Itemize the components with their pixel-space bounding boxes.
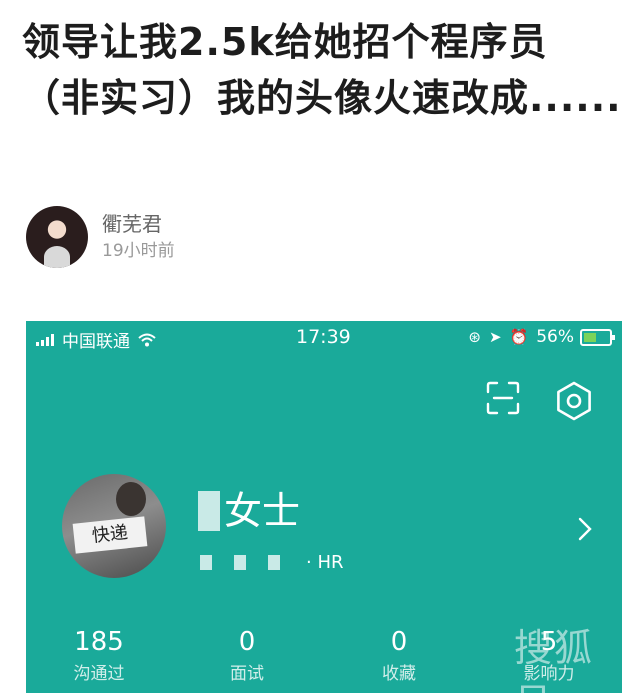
redacted-company — [234, 555, 246, 570]
stat-value: 0 — [238, 627, 256, 657]
battery-percent: 56% — [536, 327, 574, 347]
post-title: 领导让我2.5k给她招个程序员（非实习）我的头像火速改成...... — [22, 20, 622, 120]
carrier-name: 中国联通 — [62, 332, 130, 352]
stat-label: 收藏 — [382, 664, 416, 684]
status-bar-right: ⊛ ➤ ⏰ 56% — [468, 327, 615, 347]
status-bar: 中国联通 17:39 ⊛ ➤ ⏰ 56% — [26, 321, 622, 355]
stat-value: 185 — [74, 627, 124, 657]
profile-subtitle: · HR — [200, 552, 344, 573]
scan-icon[interactable] — [486, 381, 520, 415]
profile-role: · HR — [306, 552, 344, 573]
redacted-company — [268, 555, 280, 570]
avatar-sign: 快递 — [72, 516, 148, 554]
author-name[interactable]: 衢芜君 — [102, 210, 175, 238]
stat-favorites[interactable]: 0 收藏 — [344, 625, 454, 689]
stat-label: 面试 — [230, 664, 264, 684]
profile-name-row[interactable]: 女士 — [198, 489, 300, 533]
post-time: 19小时前 — [102, 241, 175, 261]
settings-icon[interactable] — [554, 381, 594, 421]
profile-avatar[interactable]: 快递 — [62, 474, 166, 578]
alarm-icon: ⏰ — [509, 328, 529, 346]
wifi-icon — [138, 333, 156, 346]
redacted-surname — [198, 491, 220, 531]
author-avatar[interactable] — [26, 206, 88, 268]
avatar-person-head — [116, 482, 146, 516]
profile-name: 女士 — [224, 489, 301, 533]
stat-interviews[interactable]: 0 面试 — [192, 625, 302, 689]
signal-icon — [36, 333, 56, 346]
stat-label: 沟通过 — [73, 664, 125, 684]
author-meta: 衢芜君 19小时前 — [102, 210, 175, 264]
redacted-company — [200, 555, 212, 570]
status-bar-left: 中国联通 — [36, 327, 156, 352]
chevron-right-icon[interactable] — [578, 517, 592, 541]
status-time: 17:39 — [296, 326, 351, 348]
author-row[interactable]: 衢芜君 19小时前 — [26, 206, 175, 268]
location-icon: ➤ — [488, 328, 502, 346]
rotation-lock-icon: ⊛ — [468, 328, 481, 346]
embedded-app-screenshot: 中国联通 17:39 ⊛ ➤ ⏰ 56% 快递 女士 · HR 185 沟通过 … — [26, 321, 622, 693]
watermark: 搜狐号 — [514, 626, 595, 693]
battery-icon — [580, 328, 615, 346]
stat-value: 0 — [390, 627, 408, 657]
stat-communicated[interactable]: 185 沟通过 — [44, 625, 154, 689]
